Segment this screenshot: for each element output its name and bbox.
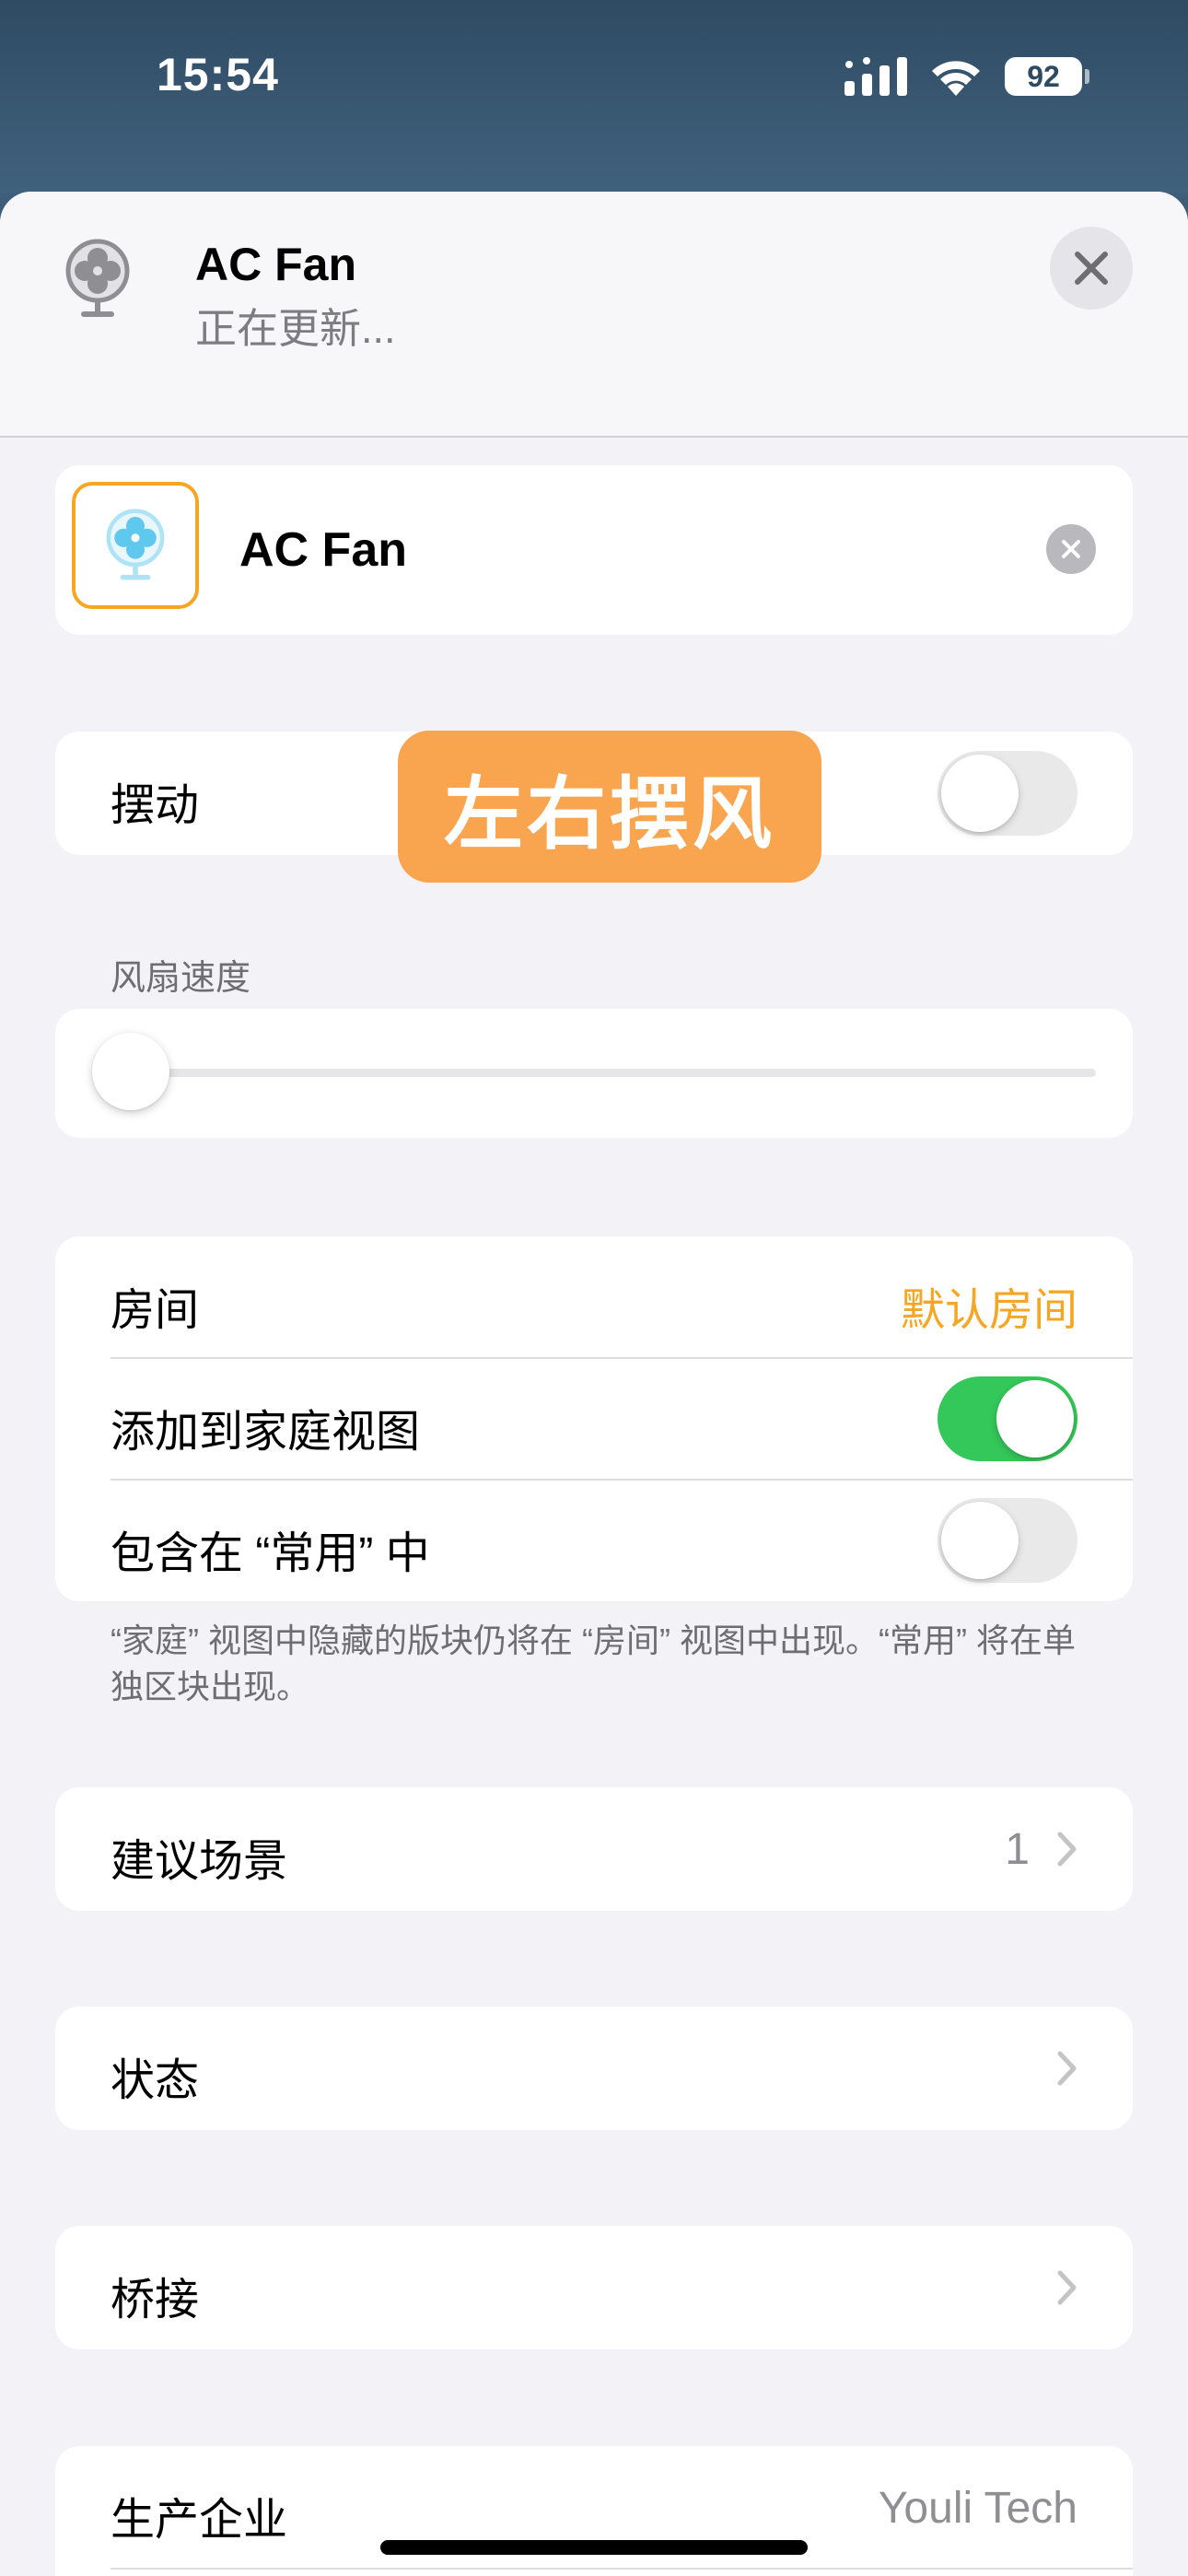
accessory-status: 正在更新... [195,305,396,352]
sheet-header: AC Fan 正在更新... [0,192,1188,438]
status-bar: 15:54 92 [0,0,1188,193]
scenes-count: 1 [1005,1825,1030,1874]
bridge-label: 桥接 [111,2276,200,2324]
status-label: 状态 [111,2056,200,2105]
favorites-toggle[interactable] [938,1498,1077,1583]
battery-indicator: 92 [1005,57,1089,96]
fan-speed-card [55,1009,1133,1138]
bridge-card[interactable]: 桥接 [55,2226,1133,2349]
favorites-row: 包含在 “常用” 中 [55,1480,1133,1601]
home-view-label: 添加到家庭视图 [111,1408,421,1457]
home-view-footnote: “家庭” 视图中隐藏的版块仍将在 “房间” 视图中出现。“常用” 将在单独区块出… [111,1622,1076,1705]
accessory-name-field[interactable]: AC Fan [239,522,407,578]
manufacturer-value: Youli Tech [878,2484,1077,2533]
chevron-right-icon [1057,1832,1077,1867]
favorites-label: 包含在 “常用” 中 [111,1529,430,1578]
wifi-icon [932,61,980,96]
status-card[interactable]: 状态 [55,2007,1133,2130]
accessory-sheet: AC Fan 正在更新... AC Fan 摆动 风扇速度 房间 默认房间 添加… [0,192,1188,2576]
scenes-label: 建议场景 [111,1837,288,1886]
toggle-knob [941,755,1019,832]
room-label: 房间 [111,1286,200,1335]
manufacturer-label: 生产企业 [111,2496,288,2545]
scenes-card[interactable]: 建议场景 1 [55,1787,1133,1911]
accessory-icon-button[interactable] [72,482,199,609]
home-indicator [380,2540,808,2555]
slider-track [129,1069,1096,1077]
info-card: 生产企业 Youli Tech [55,2446,1133,2576]
toggle-knob [996,1380,1074,1458]
room-value: 默认房间 [900,1286,1077,1335]
accessory-title: AC Fan [195,239,356,290]
swing-annotation-badge: 左右摆风 [398,731,821,883]
status-icons: 92 [844,57,1089,96]
fan-speed-slider[interactable] [92,1033,1096,1112]
clear-icon [1062,540,1080,558]
close-button[interactable] [1050,227,1133,310]
slider-thumb[interactable] [92,1033,169,1110]
name-card: AC Fan [55,465,1133,635]
home-view-toggle[interactable] [938,1376,1077,1461]
swing-toggle[interactable] [938,751,1077,836]
toggle-knob [941,1502,1019,1579]
cellular-signal-icon [844,57,907,96]
room-row[interactable]: 房间 默认房间 [55,1236,1133,1358]
clear-name-button[interactable] [1046,524,1096,574]
fan-icon [106,509,165,580]
fan-icon [65,239,130,317]
close-icon [1075,252,1108,285]
chevron-right-icon [1057,2270,1077,2305]
home-view-row: 添加到家庭视图 [55,1358,1133,1480]
swing-label: 摆动 [111,781,200,830]
fan-speed-label: 风扇速度 [111,959,251,998]
chevron-right-icon [1057,2051,1077,2086]
settings-card: 房间 默认房间 添加到家庭视图 包含在 “常用” 中 [55,1236,1133,1601]
status-time: 15:54 [157,49,279,100]
divider [111,2568,1133,2570]
